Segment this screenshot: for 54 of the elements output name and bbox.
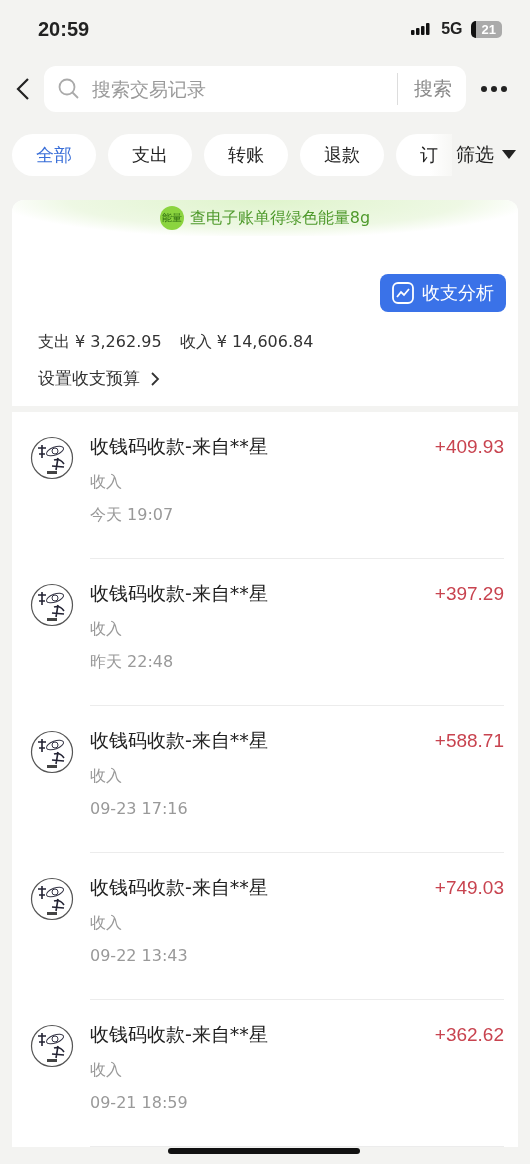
transaction-row[interactable]: 收钱码收款-来自**星 +588.71 收入 09-23 17:16 — [12, 706, 518, 853]
transaction-row[interactable]: 收钱码收款-来自**星 +749.03 收入 09-22 13:43 — [12, 853, 518, 1000]
transaction-category: 收入 — [90, 472, 123, 493]
transaction-time: 09-21 18:59 — [90, 1093, 189, 1112]
logo-icon — [30, 1024, 74, 1068]
energy-badge: 能量 — [159, 206, 184, 230]
chart-icon — [392, 282, 414, 304]
energy-banner[interactable]: 能量 查电子账单得绿色能量8g — [12, 200, 518, 236]
transaction-time: 09-22 13:43 — [90, 946, 189, 965]
filter-tab[interactable]: 支出 — [108, 134, 192, 176]
income-total: 收入 ¥ 14,606.84 — [179, 332, 314, 353]
transaction-time: 今天 19:07 — [90, 505, 175, 526]
transaction-amount: +362.62 — [434, 1024, 504, 1046]
transaction-row[interactable]: 收钱码收款-来自**星 +362.62 收入 09-21 18:59 — [12, 1000, 518, 1147]
transaction-title: 收钱码收款-来自**星 — [90, 1022, 268, 1047]
filter-tab[interactable]: 转账 — [204, 134, 288, 176]
transaction-category: 收入 — [90, 766, 123, 787]
back-icon — [16, 77, 30, 101]
analysis-button[interactable]: 收支分析 — [380, 274, 506, 312]
search-button[interactable]: 搜索 — [408, 76, 452, 102]
search-icon — [58, 78, 80, 100]
transaction-time: 昨天 22:48 — [90, 652, 175, 673]
filter-tab[interactable]: 全部 — [12, 134, 96, 176]
transaction-title: 收钱码收款-来自**星 — [90, 875, 268, 900]
banner-text: 查电子账单得绿色能量8g — [189, 207, 371, 229]
battery-indicator: 21 — [470, 20, 502, 38]
transaction-title: 收钱码收款-来自**星 — [90, 581, 268, 606]
chevron-icon — [150, 370, 160, 387]
status-time: 20:59 — [38, 17, 90, 41]
budget-link[interactable]: 设置收支预算 — [12, 353, 186, 390]
transaction-amount: +409.93 — [434, 436, 504, 458]
transaction-row[interactable]: 收钱码收款-来自**星 +409.93 收入 今天 19:07 — [12, 412, 518, 559]
transaction-title: 收钱码收款-来自**星 — [90, 434, 268, 459]
filter-tab[interactable]: 订 — [396, 134, 452, 176]
logo-icon — [30, 436, 74, 480]
transaction-row[interactable]: 收钱码收款-来自**星 +397.29 收入 昨天 22:48 — [12, 559, 518, 706]
transaction-amount: +749.03 — [434, 877, 504, 899]
transaction-category: 收入 — [90, 619, 123, 640]
transaction-category: 收入 — [90, 1060, 123, 1081]
transaction-category: 收入 — [90, 913, 123, 934]
filter-tab[interactable]: 退款 — [300, 134, 384, 176]
logo-icon — [30, 730, 74, 774]
dropdown-icon — [502, 150, 516, 160]
transaction-title: 收钱码收款-来自**星 — [90, 728, 268, 753]
transaction-amount: +397.29 — [434, 583, 504, 605]
network-label: 5G — [441, 20, 463, 38]
filter-button[interactable]: 筛选 — [452, 134, 530, 176]
search-field[interactable]: 搜索交易记录 搜索 — [44, 66, 466, 112]
more-icon — [480, 85, 508, 93]
expense-total: 支出 ¥ 3,262.95 — [38, 332, 162, 353]
logo-icon — [30, 583, 74, 627]
transaction-time: 09-23 17:16 — [90, 799, 189, 818]
transaction-amount: +588.71 — [434, 730, 504, 752]
logo-icon — [30, 877, 74, 921]
